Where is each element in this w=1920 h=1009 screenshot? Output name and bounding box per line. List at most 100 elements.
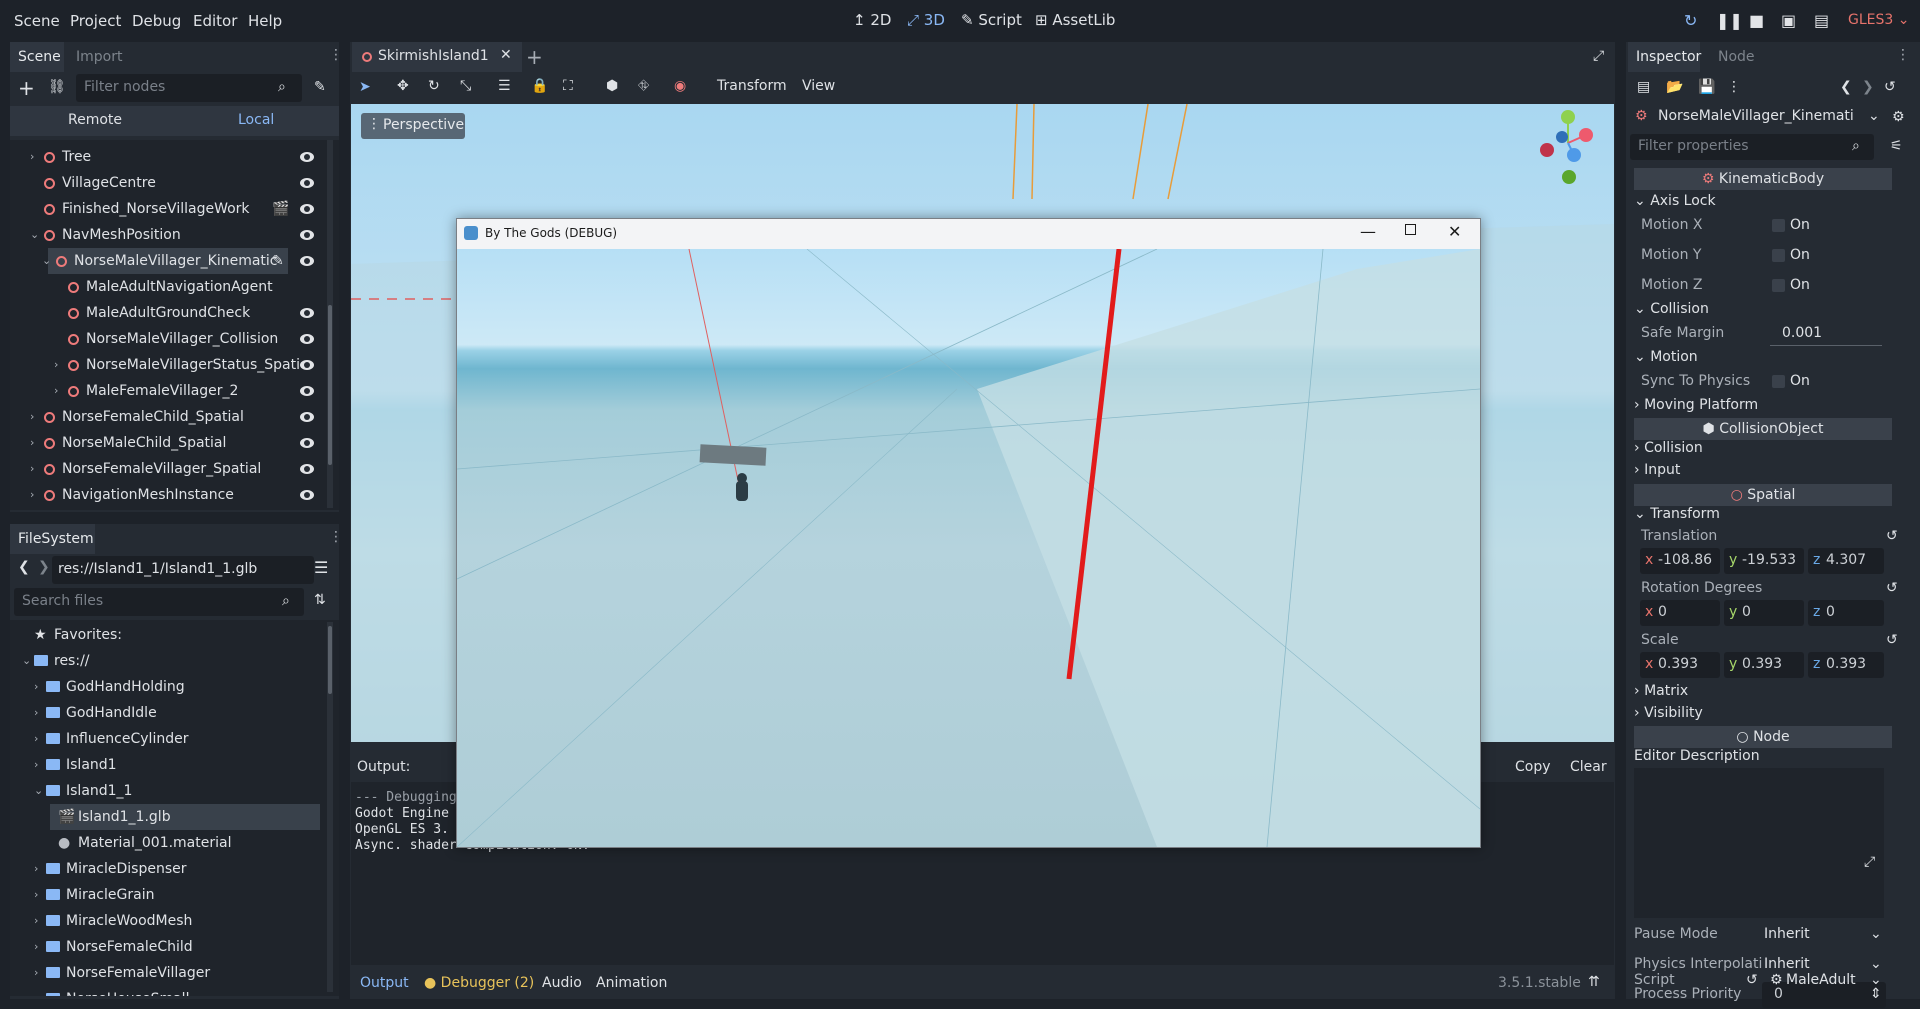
play-scene-icon[interactable]: ▣ <box>1781 11 1796 30</box>
group-collision[interactable]: ⌄ Collision <box>1634 301 1709 317</box>
snap-icon[interactable]: ⛗ <box>638 78 649 94</box>
motion-x-checkbox[interactable] <box>1772 219 1785 232</box>
tab-filesystem[interactable]: FileSystem <box>10 524 95 554</box>
scene-tree-item[interactable]: › MaleFemaleVillager_2 <box>10 378 320 404</box>
chevron-down-icon[interactable]: ⌄ <box>42 248 51 274</box>
select-tool-icon[interactable]: ➤ <box>359 79 371 95</box>
folder-item[interactable]: ⌄ res:// <box>10 648 320 674</box>
new-tab-icon[interactable]: + <box>526 45 543 69</box>
rotation-z-field[interactable]: z0 <box>1808 600 1884 626</box>
chevron-down-icon[interactable]: ⌄ <box>34 778 43 804</box>
remote-button[interactable]: Remote <box>68 112 122 128</box>
group-axis-lock[interactable]: ⌄ Axis Lock <box>1634 193 1716 209</box>
lock-icon[interactable]: 🔒 <box>531 78 548 94</box>
scene-tree-item[interactable]: NorseMaleVillager_Collision <box>10 326 320 352</box>
visibility-eye-icon[interactable] <box>300 150 314 164</box>
mode-assetlib-button[interactable]: ⊞ AssetLib <box>1035 11 1115 29</box>
scale-z-field[interactable]: z 0.393 <box>1808 652 1884 678</box>
visibility-eye-icon[interactable] <box>300 176 314 190</box>
chevron-right-icon[interactable]: › <box>30 404 34 430</box>
menu-editor[interactable]: Editor <box>193 12 237 30</box>
scene-tree-item[interactable]: VillageCentre <box>10 170 320 196</box>
visibility-eye-icon[interactable] <box>300 202 314 216</box>
scale-x-field[interactable]: x 0.393 <box>1640 652 1720 678</box>
scene-tree-item[interactable]: Finished_NorseVillageWork 🎬 <box>10 196 320 222</box>
back-icon[interactable]: ❮ <box>18 559 30 575</box>
revert-icon[interactable]: ↺ <box>1886 580 1898 596</box>
scene-tree-item[interactable]: › NorseMaleChild_Spatial <box>10 430 320 456</box>
transform-menu[interactable]: Transform <box>717 78 787 94</box>
translation-z-field[interactable]: z 4.307 <box>1808 548 1884 574</box>
visibility-eye-icon[interactable] <box>300 410 314 424</box>
folder-item[interactable]: › MiracleWoodMesh <box>10 908 320 934</box>
open-folder-icon[interactable]: 📂 <box>1666 79 1683 95</box>
add-node-icon[interactable]: + <box>18 76 35 100</box>
renderer-selector[interactable]: GLES3 ⌄ <box>1848 12 1909 28</box>
property-options-icon[interactable]: ⚟ <box>1890 138 1903 154</box>
dock-menu-icon[interactable]: ⋮ <box>329 47 343 63</box>
scale-tool-icon[interactable]: ⤡ <box>460 78 471 94</box>
expand-panel-icon[interactable]: ⇈ <box>1588 974 1600 990</box>
group-matrix[interactable]: › Matrix <box>1634 683 1688 699</box>
safe-margin-slider[interactable]: 0.001 <box>1770 322 1882 346</box>
scene-tree-item[interactable]: › NorseFemaleVillager_Spatial <box>10 456 320 482</box>
scene-tree-item[interactable]: MaleAdultGroundCheck <box>10 300 320 326</box>
folder-item[interactable]: › GodHandHolding <box>10 674 320 700</box>
group-input[interactable]: › Input <box>1634 462 1680 478</box>
menu-scene[interactable]: Scene <box>14 12 60 30</box>
mode-2d-button[interactable]: ↥ 2D <box>853 11 891 29</box>
script-icon[interactable]: ✎ <box>272 248 284 274</box>
scene-tree-item[interactable]: ⌄ NorseMaleVillager_Kinematic ✎ <box>42 248 314 274</box>
list-select-icon[interactable]: ☰ <box>498 78 511 94</box>
filter-nodes-input[interactable]: Filter nodes ⌕ <box>76 74 302 102</box>
game-window[interactable]: By The Gods (DEBUG) — ✕ <box>456 218 1481 848</box>
visibility-eye-icon[interactable] <box>300 254 314 268</box>
chevron-down-icon[interactable]: ⌄ <box>22 648 31 674</box>
tab-debugger[interactable]: ● Debugger (2) <box>424 975 534 991</box>
dock-menu-icon[interactable]: ⋮ <box>329 529 343 545</box>
tools-menu-icon[interactable]: ⋮ <box>1727 79 1741 95</box>
chevron-right-icon[interactable]: › <box>30 482 34 508</box>
folder-item[interactable]: › NorseFemaleVillager <box>10 960 320 986</box>
tab-node[interactable]: Node <box>1710 42 1763 72</box>
group-icon[interactable]: ⛶ <box>563 78 573 94</box>
file-item[interactable]: ★ Favorites: <box>10 622 320 648</box>
motion-z-checkbox[interactable] <box>1772 279 1785 292</box>
game-viewport[interactable] <box>457 249 1480 847</box>
group-moving-platform[interactable]: › Moving Platform <box>1634 397 1758 413</box>
rotate-tool-icon[interactable]: ↻ <box>428 78 440 94</box>
visibility-eye-icon[interactable] <box>300 384 314 398</box>
history-icon[interactable]: ↺ <box>1884 79 1896 95</box>
pause-mode-select[interactable]: Inherit ⌄ <box>1762 922 1886 948</box>
visibility-eye-icon[interactable] <box>300 332 314 346</box>
scrollbar[interactable] <box>327 140 333 508</box>
rotation-x-field[interactable]: x0 <box>1640 600 1720 626</box>
folder-item[interactable]: › MiracleGrain <box>10 882 320 908</box>
editor-description-textarea[interactable]: ⤢ <box>1634 768 1884 918</box>
chevron-right-icon[interactable]: › <box>34 908 38 934</box>
camera-override-icon[interactable]: ◉ <box>674 78 686 94</box>
chevron-right-icon[interactable]: › <box>34 882 38 908</box>
scale-y-field[interactable]: y 0.393 <box>1724 652 1804 678</box>
tab-output[interactable]: Output <box>360 975 409 991</box>
chevron-down-icon[interactable]: ⌄ <box>30 222 39 248</box>
visibility-eye-icon[interactable] <box>300 462 314 476</box>
folder-item[interactable]: › Island1 <box>10 752 320 778</box>
revert-icon[interactable]: ↺ <box>1886 528 1898 544</box>
menu-project[interactable]: Project <box>70 12 121 30</box>
node-selector[interactable]: ⚙ NorseMaleVillager_Kinemati ⌄ <box>1632 104 1882 130</box>
chevron-right-icon[interactable]: › <box>34 752 38 778</box>
visibility-eye-icon[interactable] <box>300 488 314 502</box>
visibility-eye-icon[interactable] <box>300 358 314 372</box>
local-space-icon[interactable]: ⬢ <box>606 78 618 94</box>
chevron-right-icon[interactable]: › <box>30 430 34 456</box>
scene-tree-item[interactable]: ⌄ NavMeshPosition <box>10 222 320 248</box>
perspective-menu[interactable]: ⋮ Perspective <box>361 113 465 139</box>
mode-script-button[interactable]: ✎ Script <box>961 11 1022 29</box>
instance-icon[interactable]: 🎬 <box>272 196 289 222</box>
history-forward-icon[interactable]: ❯ <box>1862 79 1874 95</box>
script-attach-icon[interactable]: ✎ <box>314 79 326 95</box>
close-icon[interactable]: ✕ <box>1448 222 1461 241</box>
revert-icon[interactable]: ↺ <box>1746 972 1758 988</box>
path-field[interactable]: res://Island1_1/Island1_1.glb <box>52 556 314 584</box>
